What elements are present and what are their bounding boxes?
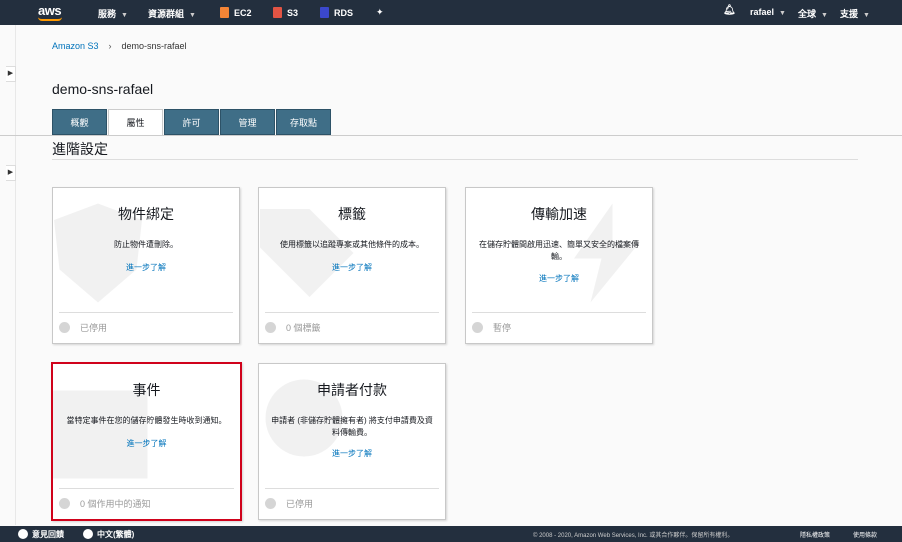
pin-icon[interactable]: ✦ bbox=[376, 7, 384, 18]
card-title: 傳輸加速 bbox=[531, 206, 587, 222]
feedback-label: 意見回饋 bbox=[32, 530, 64, 539]
tab-permissions[interactable]: 許可 bbox=[164, 109, 219, 135]
support-label: 支援 bbox=[840, 9, 859, 19]
card-status: 0 個標籤 bbox=[265, 321, 321, 334]
learn-more-link[interactable]: 進一步了解 bbox=[259, 448, 445, 459]
chevron-down-icon: ▼ bbox=[863, 12, 870, 19]
status-label: 0 個作用中的通知 bbox=[80, 499, 151, 509]
tab-access-points[interactable]: 存取點 bbox=[276, 109, 331, 135]
status-dot-icon bbox=[59, 498, 70, 509]
status-dot-icon bbox=[265, 498, 276, 509]
resource-groups-label: 資源群組 bbox=[148, 9, 185, 19]
status-dot-icon bbox=[472, 322, 483, 333]
learn-more-link[interactable]: 進一步了解 bbox=[259, 262, 445, 273]
services-label: 服務 bbox=[98, 9, 117, 19]
region-label: 全球 bbox=[798, 9, 817, 19]
breadcrumb-root-link[interactable]: Amazon S3 bbox=[52, 41, 99, 51]
tab-bar: 概觀 屬性 許可 管理 存取點 bbox=[52, 109, 332, 136]
region-menu[interactable]: 全球 ▼ bbox=[798, 7, 828, 20]
card-events[interactable]: 事件 當特定事件在您的儲存貯體發生時收到通知。 進一步了解 0 個作用中的通知 bbox=[51, 362, 242, 521]
user-label: rafael bbox=[750, 7, 775, 17]
card-divider bbox=[59, 312, 233, 313]
card-description: 防止物件遭刪除。 bbox=[114, 240, 178, 249]
language-label: 中文(繁體) bbox=[97, 530, 135, 539]
s3-label: S3 bbox=[287, 8, 299, 18]
status-dot-icon bbox=[59, 322, 70, 333]
card-title: 標籤 bbox=[338, 206, 366, 222]
card-divider bbox=[265, 312, 439, 313]
card-title: 申請者付款 bbox=[317, 382, 387, 398]
s3-shortcut[interactable]: S3 bbox=[273, 7, 298, 18]
tab-properties[interactable]: 屬性 bbox=[108, 109, 163, 136]
feedback-link[interactable]: 意見回饋 bbox=[18, 529, 64, 540]
card-tags[interactable]: 標籤 使用標籤以追蹤專案或其他條件的成本。 進一步了解 0 個標籤 bbox=[258, 187, 446, 344]
status-dot-icon bbox=[265, 322, 276, 333]
chevron-down-icon: ▼ bbox=[821, 12, 828, 19]
card-status: 已停用 bbox=[59, 321, 107, 334]
ec2-shortcut[interactable]: EC2 bbox=[220, 7, 252, 18]
card-status: 已停用 bbox=[265, 497, 313, 510]
top-nav: aws 服務 ▼ 資源群組 ▼ EC2 S3 RDS ✦ 🔔︎ rafael ▼ 全球… bbox=[0, 0, 902, 25]
chevron-down-icon: ▼ bbox=[779, 10, 786, 17]
rds-icon bbox=[320, 7, 329, 18]
card-description: 申請者 (非儲存貯體擁有者) 將支付申請費及資料傳輸費。 bbox=[271, 416, 433, 437]
aws-logo[interactable]: aws bbox=[38, 3, 62, 18]
card-title: 事件 bbox=[132, 382, 161, 398]
s3-icon bbox=[273, 7, 282, 18]
page-title: demo-sns-rafael bbox=[52, 81, 154, 97]
status-label: 已停用 bbox=[286, 499, 314, 509]
section-divider bbox=[52, 159, 858, 160]
expand-panel-button[interactable]: ▶ bbox=[6, 165, 16, 181]
tab-overview[interactable]: 概觀 bbox=[52, 109, 107, 135]
footer: 意見回饋 中文(繁體) © 2008 - 2020, Amazon Web Se… bbox=[0, 526, 902, 542]
tab-divider bbox=[0, 135, 902, 136]
card-divider bbox=[472, 312, 646, 313]
card-requester-pays[interactable]: 申請者付款 申請者 (非儲存貯體擁有者) 將支付申請費及資料傳輸費。 進一步了解… bbox=[258, 363, 446, 520]
card-description: 當特定事件在您的儲存貯體發生時收到通知。 bbox=[66, 416, 227, 425]
language-selector[interactable]: 中文(繁體) bbox=[83, 529, 134, 540]
support-menu[interactable]: 支援 ▼ bbox=[840, 7, 870, 20]
ec2-label: EC2 bbox=[234, 8, 252, 18]
card-object-lock[interactable]: 物件綁定 防止物件遭刪除。 進一步了解 已停用 bbox=[52, 187, 240, 344]
services-menu[interactable]: 服務 ▼ bbox=[98, 7, 128, 20]
card-status: 暫停 bbox=[472, 321, 511, 334]
card-description: 使用標籤以追蹤專案或其他條件的成本。 bbox=[280, 240, 424, 249]
card-divider bbox=[59, 488, 234, 489]
learn-more-link[interactable]: 進一步了解 bbox=[53, 438, 240, 449]
card-divider bbox=[265, 488, 439, 489]
sidebar-gutter bbox=[0, 25, 16, 525]
aws-logo-smile-icon bbox=[38, 17, 62, 21]
breadcrumb-separator: › bbox=[108, 41, 112, 51]
status-label: 已停用 bbox=[80, 323, 108, 333]
learn-more-link[interactable]: 進一步了解 bbox=[53, 262, 239, 273]
chevron-down-icon: ▼ bbox=[121, 12, 128, 19]
rds-shortcut[interactable]: RDS bbox=[320, 7, 353, 18]
privacy-link[interactable]: 隱私權政策 bbox=[800, 530, 830, 539]
terms-link[interactable]: 使用條款 bbox=[853, 530, 877, 539]
card-status: 0 個作用中的通知 bbox=[59, 497, 151, 510]
expand-sidebar-button[interactable]: ▶ bbox=[6, 66, 16, 82]
card-title: 物件綁定 bbox=[118, 206, 174, 222]
chat-bubble-icon bbox=[18, 529, 28, 539]
card-description: 在儲存貯體間啟用迅速、簡單又安全的檔案傳輸。 bbox=[479, 240, 639, 261]
copyright-text: © 2008 - 2020, Amazon Web Services, Inc.… bbox=[533, 533, 734, 539]
chevron-down-icon: ▼ bbox=[189, 12, 196, 19]
resource-groups-menu[interactable]: 資源群組 ▼ bbox=[148, 7, 196, 20]
bell-icon[interactable]: 🔔︎ bbox=[723, 5, 736, 16]
ec2-icon bbox=[220, 7, 229, 18]
status-label: 0 個標籤 bbox=[286, 323, 321, 333]
rds-label: RDS bbox=[334, 8, 354, 18]
card-transfer-acceleration[interactable]: 傳輸加速 在儲存貯體間啟用迅速、簡單又安全的檔案傳輸。 進一步了解 暫停 bbox=[465, 187, 653, 344]
account-menu[interactable]: rafael ▼ bbox=[750, 7, 786, 17]
tab-management[interactable]: 管理 bbox=[220, 109, 275, 135]
learn-more-link[interactable]: 進一步了解 bbox=[466, 273, 652, 284]
section-title: 進階設定 bbox=[52, 141, 108, 157]
breadcrumb-current: demo-sns-rafael bbox=[121, 41, 187, 51]
status-label: 暫停 bbox=[493, 323, 512, 333]
breadcrumb: Amazon S3 › demo-sns-rafael bbox=[52, 41, 187, 51]
globe-icon bbox=[83, 529, 93, 539]
